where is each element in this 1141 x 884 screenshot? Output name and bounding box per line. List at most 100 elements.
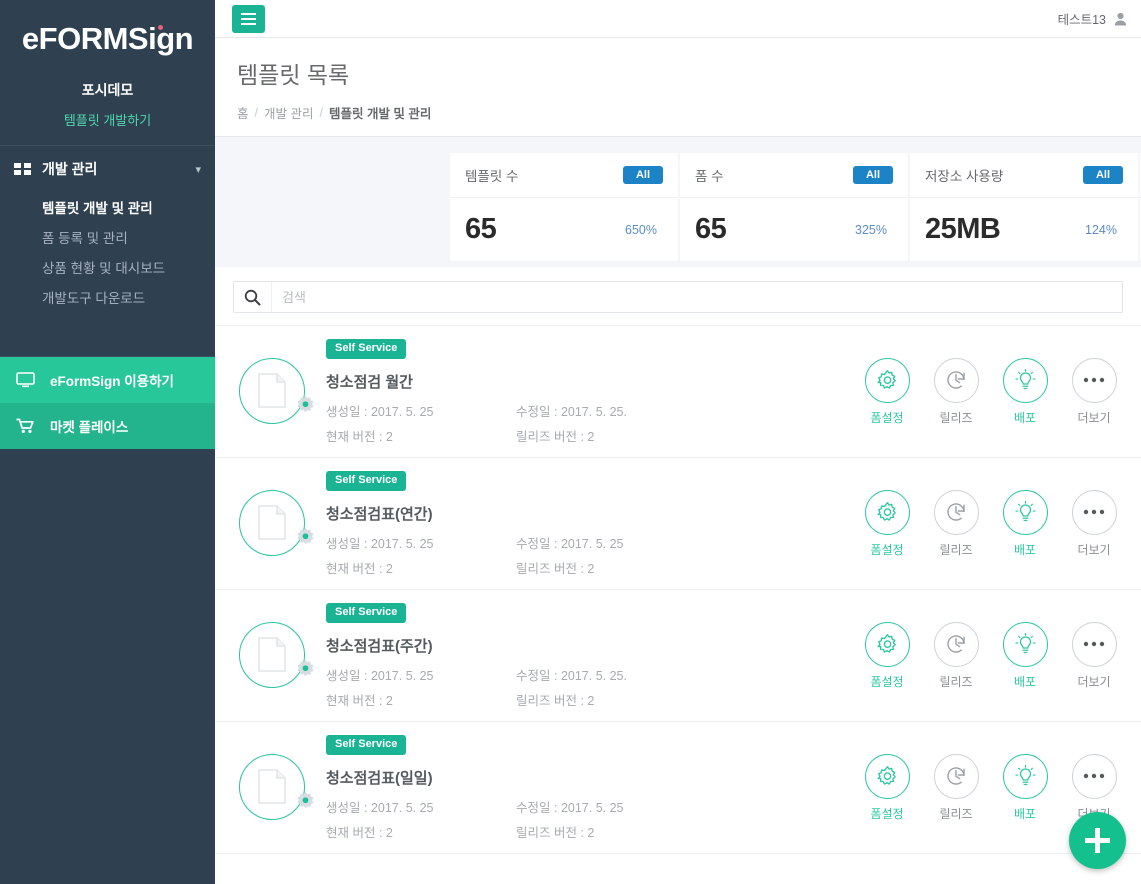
ellipsis-icon — [1071, 489, 1117, 535]
search-input[interactable] — [272, 282, 1122, 312]
action-release[interactable]: 릴리즈 — [931, 489, 981, 558]
gear-icon — [864, 489, 910, 535]
action-label: 더보기 — [1077, 410, 1111, 425]
gear-badge-icon — [297, 395, 314, 412]
search-icon[interactable] — [234, 282, 272, 312]
action-deploy[interactable]: 배포 — [1000, 489, 1050, 558]
template-rows: Self Service 청소점검 월간 생성일 : 2017. 5. 25 수… — [215, 325, 1141, 884]
row-meta: 생성일 : 2017. 5. 25 수정일 : 2017. 5. 25. 현재 … — [326, 401, 791, 445]
sidebar-filler — [0, 449, 215, 884]
chevron-down-icon: ▾ — [195, 163, 201, 176]
template-title[interactable]: 청소점검표(주간) — [326, 635, 791, 656]
stat-percent: 650% — [625, 222, 657, 237]
cart-icon — [16, 418, 38, 434]
table-row[interactable]: Self Service 청소점검표(연간) 생성일 : 2017. 5. 25… — [215, 457, 1141, 589]
stat-card-body: 25MB 124% — [910, 198, 1138, 261]
gear-badge-icon — [297, 659, 314, 676]
created-value: 2017. 5. 25 — [370, 668, 434, 683]
sidebar-item-product-dashboard[interactable]: 상품 현황 및 대시보드 — [0, 252, 215, 282]
template-thumbnail — [235, 751, 321, 825]
template-title[interactable]: 청소점검 월간 — [326, 371, 791, 392]
template-title[interactable]: 청소점검표(일일) — [326, 767, 791, 788]
breadcrumb-separator: / — [254, 105, 258, 120]
row-meta: 생성일 : 2017. 5. 25 수정일 : 2017. 5. 25 현재 버… — [326, 797, 791, 841]
action-label: 릴리즈 — [939, 542, 973, 557]
sidebar-item-devtool-download[interactable]: 개발도구 다운로드 — [0, 282, 215, 312]
add-template-fab[interactable] — [1069, 812, 1126, 869]
action-deploy[interactable]: 배포 — [1000, 621, 1050, 690]
action-deploy[interactable]: 배포 — [1000, 753, 1050, 822]
action-form-settings[interactable]: 폼설정 — [862, 357, 912, 426]
breadcrumb-item-dev[interactable]: 개발 관리 — [264, 103, 313, 122]
gear-icon — [864, 753, 910, 799]
status-badge: Self Service — [326, 603, 407, 623]
action-label: 배포 — [1013, 542, 1037, 557]
sidebar-item-template-dev[interactable]: 템플릿 개발 및 관리 — [0, 192, 215, 222]
row-actions: 폼설정 릴리즈 — [862, 357, 1123, 426]
modified-date: 수정일 : 2017. 5. 25. — [516, 401, 791, 420]
topbar-user-area[interactable]: 테스트13 — [1058, 9, 1127, 28]
release-version: 릴리즈 버전 : 2 — [516, 822, 791, 841]
stat-filter-all-button[interactable]: All — [622, 166, 663, 184]
sidebar: eFORMSign 포시데모 템플릿 개발하기 개발 관리 ▾ 템플릿 개발 및… — [0, 0, 215, 884]
action-form-settings[interactable]: 폼설정 — [862, 489, 912, 558]
table-row[interactable]: Self Service 청소점검 월간 생성일 : 2017. 5. 25 수… — [215, 325, 1141, 457]
brand-logo[interactable]: eFORMSign — [0, 0, 215, 72]
action-deploy[interactable]: 배포 — [1000, 357, 1050, 426]
modified-value: 2017. 5. 25. — [560, 404, 627, 419]
search-area — [215, 267, 1141, 325]
action-release[interactable]: 릴리즈 — [931, 621, 981, 690]
stat-filter-all-button[interactable]: All — [852, 166, 893, 184]
search-box[interactable] — [233, 281, 1123, 313]
breadcrumb-separator: / — [319, 105, 323, 120]
hamburger-icon[interactable] — [232, 4, 265, 33]
action-label: 폼설정 — [870, 410, 904, 425]
action-label: 릴리즈 — [939, 410, 973, 425]
table-row[interactable]: Self Service 폼 — [215, 853, 1141, 884]
develop-template-link[interactable]: 템플릿 개발하기 — [0, 110, 215, 145]
action-label: 릴리즈 — [939, 674, 973, 689]
stat-card-body: 65 325% — [680, 198, 908, 261]
release-version: 릴리즈 버전 : 2 — [516, 426, 791, 445]
created-value: 2017. 5. 25 — [370, 536, 434, 551]
table-row[interactable]: Self Service 청소점검표(일일) 생성일 : 2017. 5. 25… — [215, 721, 1141, 853]
created-label: 생성일 : — [326, 668, 368, 683]
modified-date: 수정일 : 2017. 5. 25 — [516, 533, 791, 552]
sidebar-item-label: 템플릿 개발 및 관리 — [42, 201, 153, 216]
action-form-settings[interactable]: 폼설정 — [862, 753, 912, 822]
breadcrumb-item-home[interactable]: 홈 — [237, 103, 249, 122]
document-icon — [258, 505, 286, 540]
stat-filter-all-button[interactable]: All — [1082, 166, 1123, 184]
sidebar-item-label: 폼 등록 및 관리 — [42, 231, 128, 246]
document-icon — [258, 769, 286, 804]
ellipsis-icon — [1071, 357, 1117, 403]
stat-card-header: 저장소 사용량 All — [910, 153, 1138, 198]
action-release[interactable]: 릴리즈 — [931, 357, 981, 426]
stat-label: 폼 수 — [695, 169, 724, 184]
created-label: 생성일 : — [326, 536, 368, 551]
sidebar-cta-label: eFormSign 이용하기 — [50, 374, 174, 389]
current-version-value: 2 — [385, 561, 393, 576]
sidebar-item-label: 개발도구 다운로드 — [42, 291, 146, 306]
action-release[interactable]: 릴리즈 — [931, 753, 981, 822]
sidebar-group-dev-management[interactable]: 개발 관리 ▾ — [0, 146, 215, 192]
action-form-settings[interactable]: 폼설정 — [862, 621, 912, 690]
action-label: 배포 — [1013, 410, 1037, 425]
stat-value: 25MB — [925, 213, 1001, 245]
sidebar-cta-use-eformsign[interactable]: eFormSign 이용하기 — [0, 357, 215, 403]
current-version-value: 2 — [385, 429, 393, 444]
page-title: 템플릿 목록 — [237, 62, 350, 88]
sidebar-item-form-register[interactable]: 폼 등록 및 관리 — [0, 222, 215, 252]
action-more[interactable]: 더보기 — [1069, 621, 1119, 690]
current-version-label: 현재 버전 : — [326, 429, 383, 444]
release-version: 릴리즈 버전 : 2 — [516, 690, 791, 709]
created-date: 생성일 : 2017. 5. 25 — [326, 533, 516, 552]
stats-row: 템플릿 수 All 65 650% 폼 수 All 65 325% 저장소 사용… — [215, 153, 1141, 261]
action-more[interactable]: 더보기 — [1069, 489, 1119, 558]
template-title[interactable]: 청소점검표(연간) — [326, 503, 791, 524]
stat-card-storage-usage: 저장소 사용량 All 25MB 124% — [910, 153, 1138, 261]
sidebar-cta-marketplace[interactable]: 마켓 플레이스 — [0, 403, 215, 449]
action-more[interactable]: 더보기 — [1069, 357, 1119, 426]
table-row[interactable]: Self Service 청소점검표(주간) 생성일 : 2017. 5. 25… — [215, 589, 1141, 721]
row-info: Self Service 청소점검 월간 생성일 : 2017. 5. 25 수… — [321, 338, 791, 444]
